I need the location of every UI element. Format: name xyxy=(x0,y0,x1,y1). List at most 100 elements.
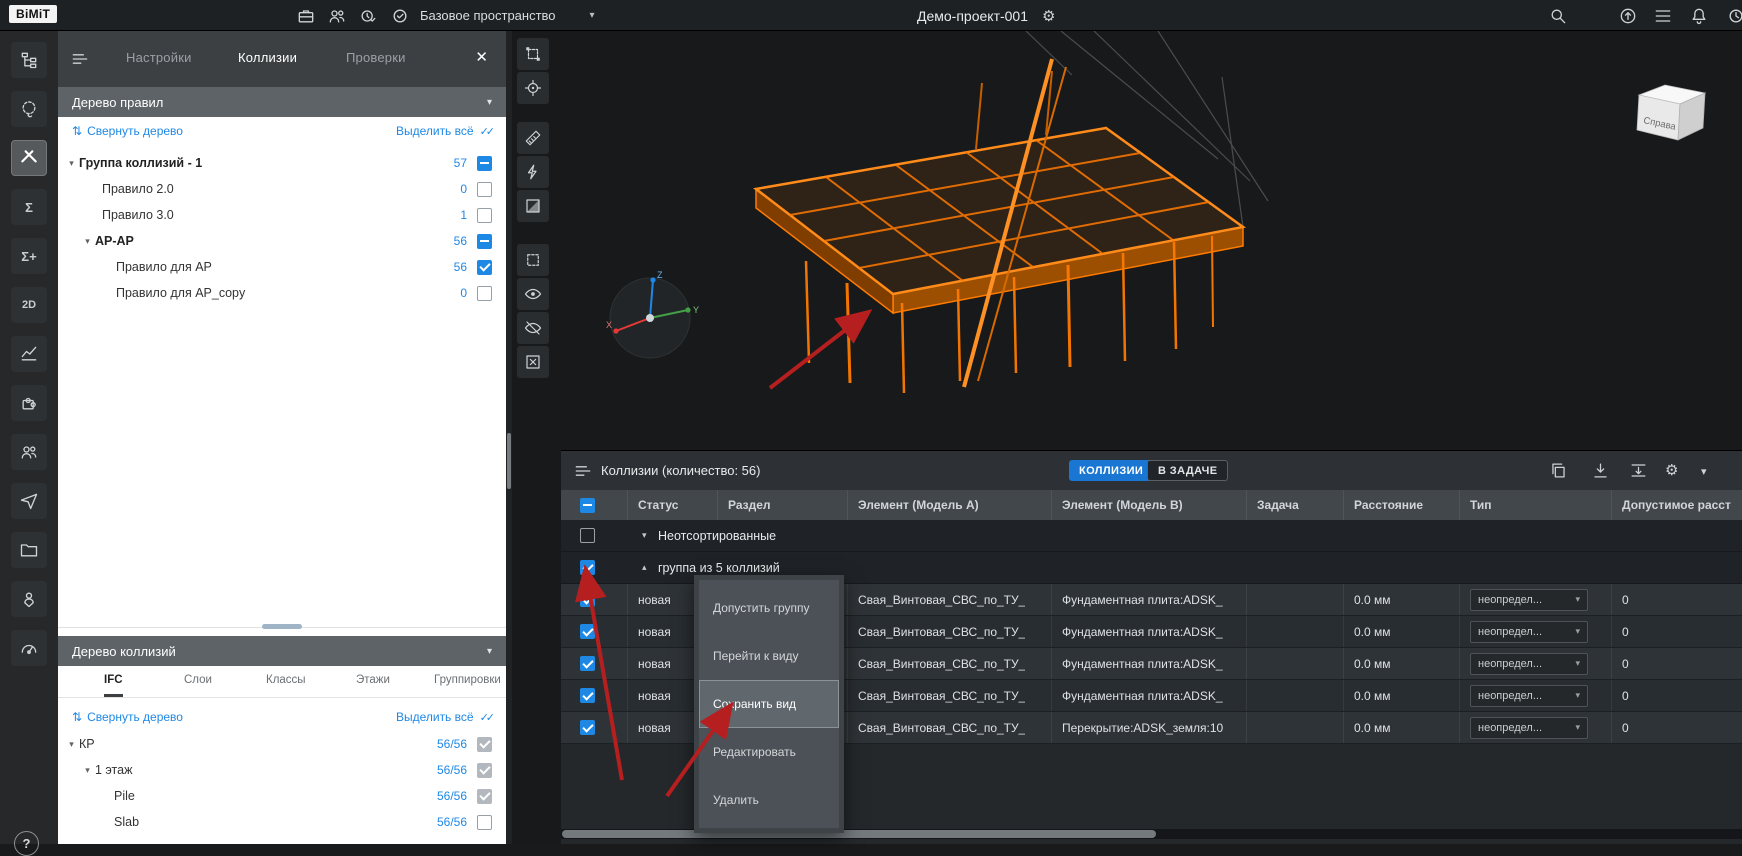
collapse-table-icon[interactable]: ▾ xyxy=(1701,461,1721,481)
plugins-icon[interactable] xyxy=(11,385,47,421)
panel-menu-icon[interactable] xyxy=(70,49,90,69)
collapse-tree-link[interactable]: Свернуть дерево xyxy=(87,710,183,724)
user-location-icon[interactable] xyxy=(11,581,47,617)
2d-view-icon[interactable]: 2D xyxy=(11,287,47,323)
collisions-toggle-button[interactable]: КОЛЛИЗИИ xyxy=(1069,460,1153,481)
search-icon[interactable] xyxy=(1548,6,1568,26)
type-dropdown[interactable]: неопредел...▾ xyxy=(1470,685,1588,707)
type-dropdown[interactable]: неопредел...▾ xyxy=(1470,589,1588,611)
menu-item-save-view[interactable]: Сохранить вид xyxy=(699,680,839,728)
tree-item[interactable]: ▾ 1 этаж 56/56 xyxy=(58,757,506,783)
expand-arrow-icon[interactable]: ▾ xyxy=(64,158,79,169)
model-wireframe[interactable] xyxy=(756,59,1243,393)
workspace-dropdown[interactable]: Базовое пространство ▾ xyxy=(420,0,595,31)
clear-selection-tool-icon[interactable] xyxy=(517,346,549,378)
tree-checkbox-empty[interactable] xyxy=(477,208,492,223)
hide-tool-icon[interactable] xyxy=(517,312,549,344)
distribute-icon[interactable] xyxy=(1629,461,1649,481)
sum-icon[interactable]: Σ xyxy=(11,189,47,225)
measure-tool-icon[interactable] xyxy=(517,122,549,154)
row-checkbox[interactable] xyxy=(580,624,595,639)
tree-item[interactable]: Pile 56/56 xyxy=(58,783,506,809)
graphs-icon[interactable] xyxy=(11,336,47,372)
tree-item[interactable]: Slab 56/56 xyxy=(58,809,506,835)
tasks-check-icon[interactable] xyxy=(390,6,410,26)
cell-allowed-distance[interactable]: 0 xyxy=(1612,712,1742,743)
header-cell[interactable]: Раздел xyxy=(718,490,848,520)
header-cell[interactable]: Задача xyxy=(1247,490,1344,520)
header-cell[interactable]: Статус xyxy=(628,490,718,520)
team-icon[interactable] xyxy=(327,6,347,26)
type-dropdown[interactable]: неопредел...▾ xyxy=(1470,621,1588,643)
tree-item[interactable]: Правило 2.0 0 xyxy=(58,176,506,202)
tree-checkbox-empty[interactable] xyxy=(477,286,492,301)
app-logo[interactable]: BiMiT xyxy=(9,5,57,23)
users-icon[interactable] xyxy=(11,434,47,470)
shared-folder-icon[interactable] xyxy=(11,532,47,568)
table-settings-icon[interactable]: ⚙ xyxy=(1665,461,1685,481)
clip-tool-icon[interactable] xyxy=(517,156,549,188)
group-expand-icon[interactable]: ▾ xyxy=(642,530,647,541)
row-checkbox[interactable] xyxy=(580,720,595,735)
show-tool-icon[interactable] xyxy=(517,278,549,310)
history-icon[interactable] xyxy=(1726,6,1742,26)
tree-checkbox-empty[interactable] xyxy=(477,182,492,197)
table-menu-icon[interactable] xyxy=(573,461,593,481)
model-tree-icon[interactable] xyxy=(11,42,47,78)
row-checkbox[interactable] xyxy=(580,592,595,607)
import-icon[interactable] xyxy=(1591,461,1611,481)
tree-checkbox-checked[interactable] xyxy=(477,789,492,804)
subtab-classes[interactable]: Классы xyxy=(266,674,306,694)
collapse-tree-link[interactable]: Свернуть дерево xyxy=(87,124,183,138)
subtab-ifc[interactable]: IFC xyxy=(104,674,123,697)
duplicate-icon[interactable] xyxy=(1549,461,1569,481)
tree-item[interactable]: ▾ Группа коллизий - 1 57 xyxy=(58,150,506,176)
select-all-checkbox[interactable] xyxy=(580,498,595,513)
publish-circle-icon[interactable] xyxy=(1618,6,1638,26)
select-all-link[interactable]: Выделить всё xyxy=(396,124,474,138)
tree-checkbox-indeterminate[interactable] xyxy=(477,234,492,249)
expand-arrow-icon[interactable]: ▾ xyxy=(80,236,95,247)
subtab-groupings[interactable]: Группировки xyxy=(434,674,501,694)
rules-tree-header[interactable]: Дерево правил ▾ xyxy=(58,87,506,117)
cell-allowed-distance[interactable]: 0 xyxy=(1612,680,1742,711)
header-cell[interactable]: Тип xyxy=(1460,490,1612,520)
tree-checkbox-checked[interactable] xyxy=(477,737,492,752)
expand-arrow-icon[interactable]: ▾ xyxy=(80,765,95,776)
view-cube[interactable]: Справа xyxy=(1637,85,1705,140)
dashboard-gauge-icon[interactable] xyxy=(11,630,47,666)
select-all-link[interactable]: Выделить всё xyxy=(396,710,474,724)
tree-checkbox-checked[interactable] xyxy=(477,260,492,275)
group-collapse-icon[interactable]: ▴ xyxy=(642,562,647,573)
cell-allowed-distance[interactable]: 0 xyxy=(1612,648,1742,679)
group-row-unsorted[interactable]: ▾ Неотсортированные xyxy=(561,520,1742,552)
tab-settings[interactable]: Настройки xyxy=(126,50,192,65)
group-checkbox-checked[interactable] xyxy=(580,560,595,575)
type-dropdown[interactable]: неопредел...▾ xyxy=(1470,653,1588,675)
tree-item[interactable]: Правило 3.0 1 xyxy=(58,202,506,228)
menu-list-icon[interactable] xyxy=(1653,6,1673,26)
sum-plus-icon[interactable]: Σ+ xyxy=(11,238,47,274)
tree-item[interactable]: ▾ КР 56/56 xyxy=(58,731,506,757)
menu-item-go-to-view[interactable]: Перейти к виду xyxy=(699,632,839,680)
collisions-tree-header[interactable]: Дерево коллизий ▾ xyxy=(58,636,506,666)
tree-item[interactable]: Правило для АР 56 xyxy=(58,254,506,280)
section-box-tool-icon[interactable] xyxy=(517,190,549,222)
focus-tool-icon[interactable] xyxy=(517,72,549,104)
tree-item[interactable]: Правило для АР_copy 0 xyxy=(58,280,506,306)
lasso-select-icon[interactable] xyxy=(11,91,47,127)
frame-select-tool-icon[interactable] xyxy=(517,38,549,70)
clash-detection-icon[interactable] xyxy=(11,140,47,176)
close-panel-icon[interactable]: ✕ xyxy=(475,48,488,66)
horizontal-scrollbar-thumb[interactable] xyxy=(562,830,1156,838)
header-cell[interactable]: Элемент (Модель B) xyxy=(1052,490,1247,520)
notifications-bell-icon[interactable] xyxy=(1689,6,1709,26)
row-checkbox[interactable] xyxy=(580,656,595,671)
isolate-tool-icon[interactable] xyxy=(517,244,549,276)
menu-item-edit[interactable]: Редактировать xyxy=(699,728,839,776)
expand-arrow-icon[interactable]: ▾ xyxy=(64,739,79,750)
in-task-toggle-button[interactable]: В ЗАДАЧЕ xyxy=(1147,460,1228,481)
subtab-floors[interactable]: Этажи xyxy=(356,674,390,694)
cell-allowed-distance[interactable]: 0 xyxy=(1612,616,1742,647)
menu-item-allow-group[interactable]: Допустить группу xyxy=(699,584,839,632)
